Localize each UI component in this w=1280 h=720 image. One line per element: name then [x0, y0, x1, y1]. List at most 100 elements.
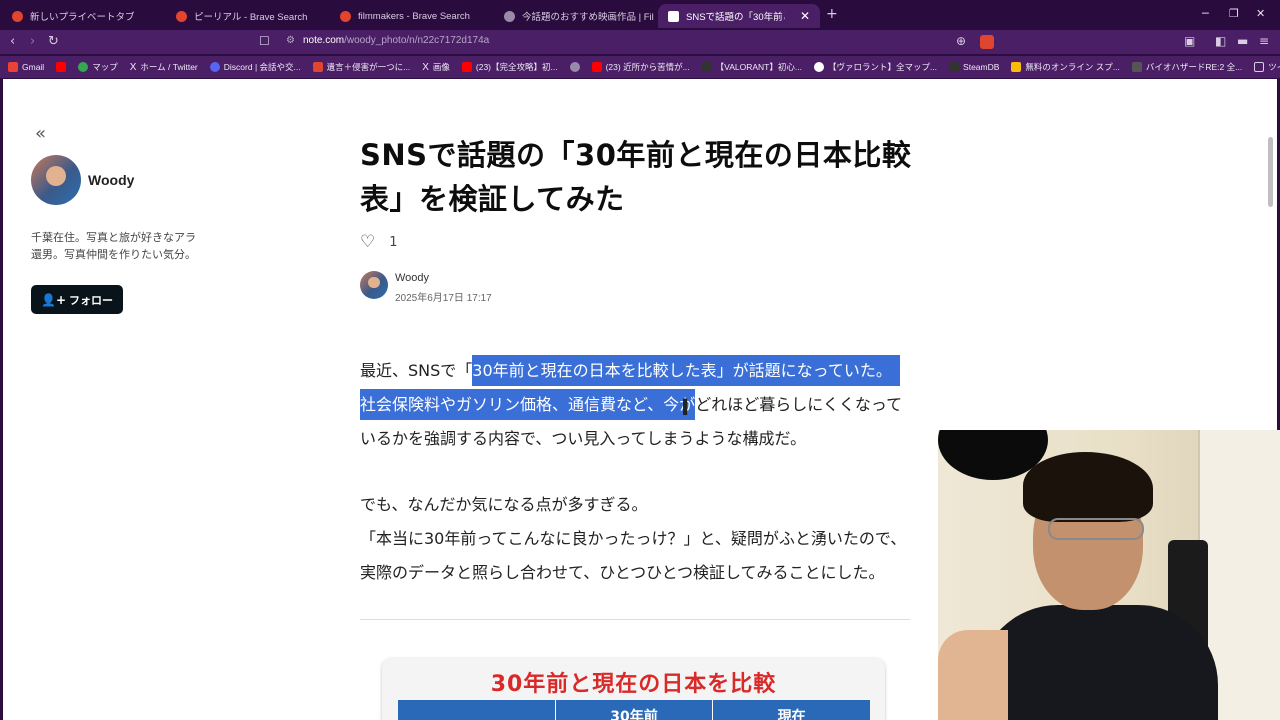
maximize-icon[interactable]: ❐	[1229, 7, 1239, 20]
bookmark-maps[interactable]: マップ	[78, 61, 118, 73]
tab-label: filmmakers - Brave Search	[358, 10, 470, 22]
paragraph-line: 社会保険料やガソリン価格、通信費など、今がどれほど暮らしにくくなって	[360, 389, 920, 420]
tab-label: 今話題のおすすめ映画作品 | Filmarks映	[522, 12, 654, 23]
bookmark-youtube-guide[interactable]: (23)【完全攻略】初...	[461, 61, 558, 73]
person-body	[978, 605, 1218, 720]
close-icon[interactable]: ✕	[800, 9, 810, 23]
author-name[interactable]: Woody	[88, 172, 134, 188]
tab-label: ピーリアル - Brave Search	[194, 12, 308, 23]
tab-private[interactable]: 新しいプライベートタブ	[2, 4, 162, 28]
bookmark-youtube[interactable]	[56, 62, 67, 72]
brave-icon	[312, 62, 323, 72]
bookmark-item-6[interactable]: 遺言＋侵害が一つに...	[312, 61, 410, 73]
forward-icon[interactable]: ›	[30, 34, 35, 49]
paragraph-line: 実際のデータと照らし合わせて、ひとつひとつ検証してみることにした。	[360, 563, 885, 582]
sidebar-toggle-icon[interactable]: ◧	[1215, 34, 1226, 48]
scrollbar-thumb[interactable]	[1268, 137, 1273, 207]
discord-icon	[209, 62, 220, 72]
tab-filmarks[interactable]: 今話題のおすすめ映画作品 | Filmarks映	[494, 4, 654, 28]
url-host: note.com	[302, 35, 345, 46]
brave-search-icon	[176, 10, 187, 22]
bookmark-discord[interactable]: Discord | 会話や交...	[209, 61, 301, 73]
infographic-header-cell: 30年前	[556, 700, 714, 720]
navigation-bar: ‹ › ↻ ☐ ⚙ note.com/woody_photo/n/n22c7172…	[0, 30, 1280, 54]
bookmark-folder-twitch[interactable]: ツイッチ関連	[1254, 61, 1280, 73]
minimize-icon[interactable]: ─	[1202, 7, 1209, 20]
brave-shields-icon[interactable]	[980, 35, 994, 49]
reload-icon[interactable]: ↻	[48, 34, 59, 49]
bookmarks-bar: Gmail マップ X ホーム / Twitter Discord | 会話や交.…	[0, 56, 1280, 78]
tab-strip: 新しいプライベートタブ ピーリアル - Brave Search filmmak…	[0, 0, 1280, 30]
bookmark-spreadsheet[interactable]: 無料のオンライン スプ...	[1011, 61, 1120, 73]
paragraph-line: 「本当に30年前ってこんなに良かったっけ？」と、疑問がふと湧いたので、	[360, 529, 907, 548]
section-divider	[360, 619, 910, 620]
add-user-icon: 👤+	[41, 292, 66, 307]
author-avatar[interactable]	[31, 155, 81, 205]
person-arm	[938, 630, 1008, 720]
x-icon: X	[129, 61, 137, 73]
tab-label: 新しいプライベートタブ	[30, 12, 135, 23]
valorant-icon	[701, 62, 712, 72]
back-icon[interactable]: ‹	[10, 34, 15, 49]
brave-search-icon	[340, 10, 351, 22]
byline-avatar[interactable]	[360, 271, 388, 299]
youtube-icon	[591, 62, 602, 72]
infographic-header-cell: 現在	[777, 709, 806, 720]
bookmark-biohazard[interactable]: バイオハザードRE:2 全...	[1131, 61, 1242, 73]
bookmark-gmail[interactable]: Gmail	[8, 62, 44, 72]
heart-icon[interactable]: ♡	[360, 232, 375, 252]
url-path: /woody_photo/n/n22c7172d174a	[344, 35, 490, 46]
bookmark-globe[interactable]	[569, 62, 580, 72]
bookmark-valorant[interactable]: 【VALORANT】初心...	[701, 61, 802, 73]
gmail-icon	[8, 62, 18, 72]
map-pin-icon	[78, 62, 89, 72]
bookmark-youtube-complaint[interactable]: (23) 近所から苦情が...	[591, 61, 690, 73]
bookmark-icon[interactable]: ☐	[259, 34, 270, 48]
follow-button[interactable]: 👤+ フォロー	[31, 285, 123, 314]
tab-search-real[interactable]: ピーリアル - Brave Search	[166, 4, 326, 28]
private-glasses-icon[interactable]: ▬	[1237, 34, 1248, 48]
paragraph-line: 最近、SNSで「30年前と現在の日本を比較した表」が話題になっていた。	[360, 355, 920, 386]
tab-note-active[interactable]: SNSで話題の「30年前と現在の日本 ✕	[658, 4, 820, 28]
x-icon: X	[422, 61, 429, 73]
comparison-image[interactable]: 30年前と現在の日本を比較 30年前 現在	[382, 658, 885, 720]
collapse-sidebar-icon[interactable]: «	[35, 123, 46, 144]
brave-private-icon	[12, 10, 23, 22]
person-hair	[1023, 452, 1153, 522]
folder-icon	[1254, 62, 1265, 72]
window-close-icon[interactable]: ✕	[1256, 7, 1265, 20]
wallet-icon[interactable]: ▣	[1184, 34, 1195, 48]
article-title: SNSで話題の「30年前と現在の日本比較表」を検証してみた	[360, 138, 912, 216]
globe-icon	[504, 10, 515, 22]
menu-icon[interactable]: ≡	[1259, 34, 1269, 48]
bookmark-images[interactable]: X 画像	[422, 61, 450, 73]
infographic-header: 30年前 現在	[398, 700, 870, 720]
selected-text: 社会保険料やガソリン価格、通信費など、今が	[360, 389, 696, 420]
paragraph-line: でも、なんだか気になる点が多すぎる。	[360, 495, 648, 514]
infographic-header-cell	[398, 700, 556, 720]
author-bio: 千葉在住。写真と旅が好きなアラ還男。写真仲間を作りたい気分。	[31, 231, 196, 261]
bookmark-steamdb[interactable]: SteamDB	[949, 62, 999, 72]
glasses	[1048, 518, 1144, 540]
tab-label: SNSで話題の「30年前と現在の日本	[686, 12, 785, 23]
like-area: ♡ 1	[360, 232, 398, 252]
paragraph-line: いるかを強調する内容で、つい見入ってしまうような構成だ。	[360, 429, 807, 448]
infographic-title: 30年前と現在の日本を比較	[490, 672, 777, 697]
note-icon	[668, 10, 679, 22]
publish-date: 2025年6月17日 17:17	[395, 293, 492, 304]
zoom-icon[interactable]: ⊕	[956, 34, 966, 48]
globe-icon	[569, 62, 580, 72]
new-tab-icon[interactable]: +	[826, 6, 838, 22]
bookmark-twitter[interactable]: X ホーム / Twitter	[130, 61, 198, 73]
like-count: 1	[389, 234, 398, 250]
address-bar[interactable]: ⚙ note.com/woody_photo/n/n22c7172d174a	[286, 35, 489, 46]
spreadsheet-icon	[1011, 62, 1022, 72]
tab-search-filmmakers[interactable]: filmmakers - Brave Search	[330, 4, 490, 28]
site-info-icon[interactable]: ⚙	[286, 35, 295, 46]
bookmark-valorant-maps[interactable]: 【ヴァロラント】全マップ...	[813, 61, 937, 73]
steamdb-icon	[949, 62, 960, 72]
webcam-overlay	[938, 430, 1280, 720]
youtube-icon	[461, 62, 472, 72]
selected-text: 30年前と現在の日本を比較した表」が話題になっていた。	[472, 355, 900, 386]
byline-author[interactable]: Woody	[395, 272, 429, 284]
